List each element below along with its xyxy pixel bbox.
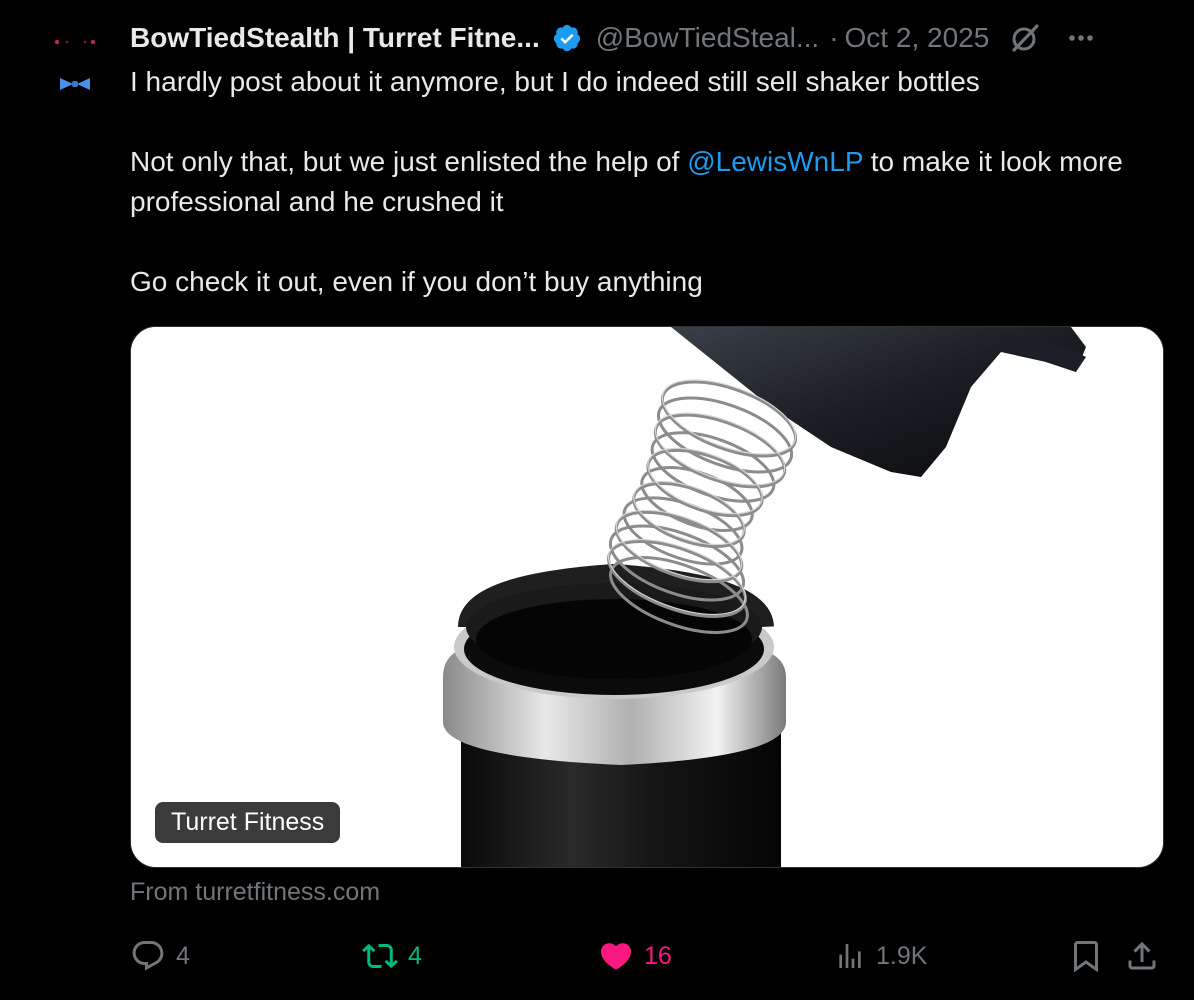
tweet-line-3: Go check it out, even if you don’t buy a… [130, 266, 703, 297]
analytics-icon [839, 944, 861, 968]
mention-link[interactable]: @LewisWnLP [687, 146, 863, 177]
reply-button[interactable]: 4 [130, 932, 190, 980]
tweet: BowTiedStealth | Turret Fitne... @BowTie… [0, 0, 1194, 1000]
like-button[interactable]: 16 [598, 932, 672, 980]
share-icon [1128, 941, 1156, 970]
card-source-link[interactable]: From turretfitness.com [130, 878, 380, 907]
card-site-label: Turret Fitness [155, 802, 341, 843]
views-button[interactable]: 1.9K [834, 932, 927, 980]
tweet-line-2-prefix: Not only that, but we just enlisted the … [130, 146, 688, 177]
bookmark-icon [1074, 941, 1098, 973]
retweet-count: 4 [408, 941, 422, 970]
author-handle[interactable]: @BowTiedSteal... [596, 22, 819, 54]
like-count: 16 [644, 941, 672, 970]
bowtie-avatar-icon [40, 14, 110, 94]
reply-icon [132, 941, 164, 971]
tweet-date[interactable]: Oct 2, 2025 [845, 22, 990, 54]
avatar[interactable] [40, 14, 110, 94]
author-display-name[interactable]: BowTiedStealth | Turret Fitne... [130, 22, 540, 54]
share-button[interactable] [1124, 932, 1160, 980]
heart-icon [600, 943, 632, 970]
tweet-line-2: Not only that, but we just enlisted the … [130, 142, 1170, 222]
reply-count: 4 [176, 941, 190, 970]
more-options-icon[interactable] [1065, 22, 1097, 54]
retweet-icon [362, 943, 398, 969]
bookmark-button[interactable] [1068, 932, 1104, 980]
link-card[interactable]: Turret Fitness [130, 326, 1164, 868]
grok-icon[interactable] [1009, 22, 1041, 54]
tweet-line-1: I hardly post about it anymore, but I do… [130, 66, 980, 97]
tweet-header: BowTiedStealth | Turret Fitne... @BowTie… [130, 20, 1164, 56]
tweet-text: I hardly post about it anymore, but I do… [130, 62, 1170, 302]
shaker-bottle-image [131, 327, 1163, 867]
views-count: 1.9K [876, 941, 928, 970]
action-bar: 4 4 16 1.9K [130, 932, 1164, 980]
meta-separator: · [829, 22, 839, 53]
verified-badge-icon[interactable] [552, 23, 582, 53]
retweet-button[interactable]: 4 [362, 932, 422, 980]
